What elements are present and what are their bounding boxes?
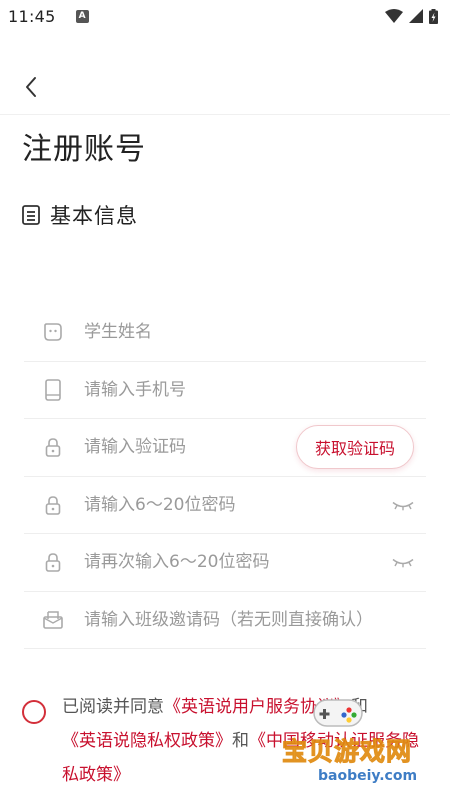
phone-icon bbox=[42, 378, 64, 401]
user-agreement-link[interactable]: 《英语说用户服务协议》 bbox=[164, 697, 351, 717]
lock-icon bbox=[42, 551, 64, 573]
password-row bbox=[24, 477, 426, 534]
status-icons bbox=[385, 8, 438, 24]
agreement-and: 和 bbox=[351, 697, 368, 717]
battery-icon bbox=[429, 8, 438, 24]
phone-row bbox=[24, 362, 426, 419]
section-title: 基本信息 bbox=[50, 204, 138, 228]
face-icon bbox=[42, 321, 64, 343]
code-row: 获取验证码 bbox=[24, 419, 426, 477]
get-code-button[interactable]: 获取验证码 bbox=[296, 425, 414, 470]
chevron-left-icon bbox=[26, 77, 36, 97]
nav-divider bbox=[0, 114, 450, 115]
class-code-row bbox=[24, 592, 426, 649]
envelope-icon bbox=[42, 609, 64, 631]
class-code-input[interactable] bbox=[84, 609, 424, 630]
register-page: 11:45 A 注册账号 基本信息 学生姓名 请输入手机号 请输入验证码 获取验… bbox=[0, 0, 450, 800]
password-input[interactable] bbox=[84, 494, 364, 515]
lock-icon bbox=[42, 494, 64, 516]
phone-input[interactable] bbox=[84, 379, 384, 400]
status-bar: 11:45 A bbox=[0, 0, 450, 32]
agree-radio[interactable] bbox=[22, 700, 46, 724]
id-card-icon bbox=[22, 205, 40, 225]
code-input[interactable] bbox=[84, 437, 274, 458]
student-name-input[interactable] bbox=[84, 322, 384, 343]
wifi-icon bbox=[385, 9, 403, 23]
eye-closed-icon[interactable] bbox=[392, 553, 414, 572]
eye-closed-icon[interactable] bbox=[392, 495, 414, 514]
back-button[interactable] bbox=[14, 70, 48, 104]
student-name-row bbox=[24, 304, 426, 362]
agreement-and: 和 bbox=[232, 731, 249, 751]
agreement-prefix: 已阅读并同意 bbox=[62, 697, 164, 717]
register-form: 获取验证码 bbox=[24, 304, 426, 649]
agreement-block: 已阅读并同意《英语说用户服务协议》和 《英语说隐私权政策》和《中国移动认证服务隐… bbox=[22, 690, 432, 792]
confirm-password-input[interactable] bbox=[84, 552, 364, 573]
signal-icon bbox=[409, 9, 423, 23]
privacy-policy-link[interactable]: 《英语说隐私权政策》 bbox=[62, 731, 232, 751]
status-time: 11:45 bbox=[8, 6, 56, 26]
confirm-password-row bbox=[24, 534, 426, 592]
notification-icon: A bbox=[75, 9, 89, 23]
page-title: 注册账号 bbox=[22, 132, 146, 167]
section-header: 基本信息 bbox=[22, 200, 138, 230]
lock-icon bbox=[42, 436, 64, 458]
agreement-text: 已阅读并同意《英语说用户服务协议》和 《英语说隐私权政策》和《中国移动认证服务隐… bbox=[62, 690, 432, 792]
